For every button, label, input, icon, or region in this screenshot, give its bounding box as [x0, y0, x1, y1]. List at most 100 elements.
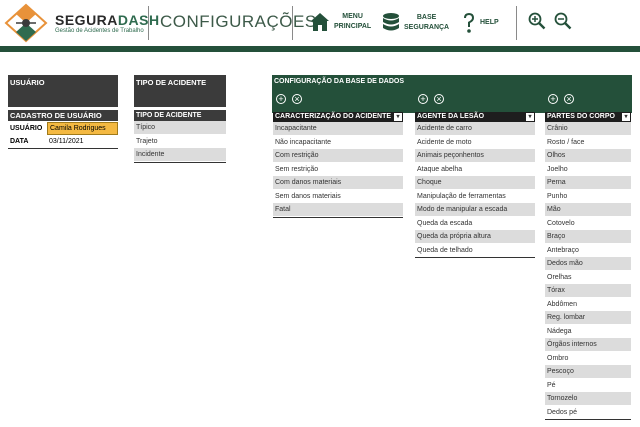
- table-row[interactable]: Crânio: [545, 122, 631, 136]
- table-row[interactable]: Abdômen: [545, 298, 631, 311]
- table-row[interactable]: Reg. lombar: [545, 311, 631, 325]
- table-row[interactable]: Perna: [545, 176, 631, 190]
- cadastro-form: USUÁRIO Camila Rodrigues DATA 03/11/2021: [8, 121, 118, 149]
- table-row[interactable]: Animais peçonhentos: [415, 149, 535, 163]
- zoom-in-icon[interactable]: [528, 12, 546, 30]
- header-divider: [516, 6, 517, 40]
- top-bar: SEGURADASH Gestão de Acidentes de Trabal…: [0, 0, 640, 46]
- table-row[interactable]: Trajeto: [134, 135, 226, 148]
- table-row[interactable]: Dedos pé: [545, 406, 631, 419]
- table-row[interactable]: Com danos materiais: [273, 176, 403, 190]
- date-input[interactable]: 03/11/2021: [47, 135, 118, 148]
- header-accent-bar: [0, 46, 640, 52]
- table-row[interactable]: Braço: [545, 230, 631, 244]
- table-row[interactable]: Antebraço: [545, 244, 631, 257]
- table-row[interactable]: Orelhas: [545, 271, 631, 284]
- page-title: CONFIGURAÇÕES: [160, 12, 317, 31]
- table-row[interactable]: Queda da própria altura: [415, 230, 535, 244]
- zoom-out-icon[interactable]: [554, 12, 572, 30]
- table-row[interactable]: Tornozelo: [545, 392, 631, 406]
- tipo-rows: Típico Trajeto Incidente: [134, 121, 226, 163]
- config-title: CONFIGURAÇÃO DA BASE DE DADOS: [274, 78, 405, 85]
- partes-header-label: PARTES DO CORPO: [547, 113, 615, 120]
- tipo-section-title: TIPO DE ACIDENTE: [136, 78, 207, 87]
- table-row[interactable]: Nádega: [545, 325, 631, 338]
- table-row[interactable]: Fatal: [273, 203, 403, 217]
- add-partes-button[interactable]: +: [548, 94, 558, 104]
- date-label: DATA: [10, 138, 29, 145]
- caracterizacao-header: CARACTERIZAÇÃO DO ACIDENTE ▾: [273, 112, 403, 122]
- tipo-table: TIPO DE ACIDENTE Típico Trajeto Incidente: [134, 110, 226, 163]
- table-row[interactable]: Incapacitante: [273, 122, 403, 136]
- menu-label-line2: PRINCIPAL: [334, 23, 372, 30]
- help-button[interactable]: HELP: [462, 12, 499, 34]
- table-row[interactable]: Órgãos internos: [545, 338, 631, 352]
- table-row[interactable]: Mão: [545, 203, 631, 217]
- table-row[interactable]: Queda da escada: [415, 217, 535, 230]
- table-row[interactable]: Pé: [545, 379, 631, 392]
- filter-dropdown-icon[interactable]: ▾: [526, 113, 534, 121]
- add-agente-button[interactable]: +: [418, 94, 428, 104]
- table-row[interactable]: Sem danos materiais: [273, 190, 403, 203]
- brand-name-a: SEGURA: [55, 12, 118, 28]
- agente-table: AGENTE DA LESÃO ▾ Acidente de carro Acide…: [415, 112, 535, 258]
- filter-dropdown-icon[interactable]: ▾: [394, 113, 402, 121]
- table-row[interactable]: Queda de telhado: [415, 244, 535, 257]
- table-row[interactable]: Joelho: [545, 163, 631, 176]
- brand-subtitle: Gestão de Acidentes de Trabalho: [55, 28, 144, 34]
- table-row[interactable]: Ataque abelha: [415, 163, 535, 176]
- table-row[interactable]: Incidente: [134, 148, 226, 162]
- table-row[interactable]: Rosto / face: [545, 136, 631, 149]
- table-row[interactable]: Manipulação de ferramentas: [415, 190, 535, 203]
- table-row[interactable]: Acidente de moto: [415, 136, 535, 149]
- partes-table: PARTES DO CORPO ▾ Crânio Rosto / face Olho…: [545, 112, 631, 420]
- table-row[interactable]: Com restrição: [273, 149, 403, 163]
- base-label-line2: SEGURANÇA: [404, 24, 450, 31]
- table-row[interactable]: Dedos mão: [545, 257, 631, 271]
- table-row[interactable]: Modo de manipular a escada: [415, 203, 535, 217]
- usuario-section-header: USUÁRIO: [8, 75, 118, 107]
- header-divider: [148, 6, 149, 40]
- table-row[interactable]: Acidente de carro: [415, 122, 535, 136]
- table-row[interactable]: Punho: [545, 190, 631, 203]
- table-row[interactable]: Tórax: [545, 284, 631, 298]
- partes-header: PARTES DO CORPO ▾: [545, 112, 631, 122]
- base-label-line1: BASE: [416, 14, 437, 21]
- menu-principal-button[interactable]: MENU PRINCIPAL: [310, 12, 371, 32]
- remove-caracterizacao-button[interactable]: ×: [292, 94, 302, 104]
- base-seguranca-button[interactable]: BASE SEGURANÇA: [382, 12, 449, 34]
- cadastro-header: CADASTRO DE USUÁRIO: [8, 110, 118, 121]
- table-row[interactable]: Pescoço: [545, 365, 631, 379]
- table-row[interactable]: Ombro: [545, 352, 631, 365]
- segura-dash-logo: [4, 3, 48, 43]
- table-row[interactable]: Choque: [415, 176, 535, 190]
- user-label: USUÁRIO: [10, 124, 43, 132]
- table-row[interactable]: Cotovelo: [545, 217, 631, 230]
- table-row[interactable]: Sem restrição: [273, 163, 403, 176]
- brand-name-b: DASH: [117, 12, 160, 28]
- agente-header: AGENTE DA LESÃO ▾: [415, 112, 535, 122]
- agente-header-label: AGENTE DA LESÃO: [417, 113, 485, 120]
- tipo-section-header: TIPO DE ACIDENTE: [134, 75, 226, 107]
- agente-rows: Acidente de carro Acidente de moto Animais…: [415, 122, 535, 258]
- question-mark-icon: [464, 13, 474, 33]
- remove-partes-button[interactable]: ×: [564, 94, 574, 104]
- partes-rows: Crânio Rosto / face Olhos Joelho Perna Punho M…: [545, 122, 631, 420]
- usuario-section-title: USUÁRIO: [10, 78, 45, 87]
- brand-name: SEGURADASH: [55, 12, 160, 28]
- database-icon: [383, 13, 399, 31]
- add-caracterizacao-button[interactable]: +: [276, 94, 286, 104]
- caracterizacao-table: CARACTERIZAÇÃO DO ACIDENTE ▾ Incapacitan…: [273, 112, 403, 218]
- user-input[interactable]: Camila Rodrigues: [47, 121, 118, 135]
- filter-dropdown-icon[interactable]: ▾: [622, 113, 630, 121]
- table-row[interactable]: Olhos: [545, 149, 631, 163]
- tipo-table-header: TIPO DE ACIDENTE: [134, 110, 226, 121]
- home-icon: [311, 13, 329, 31]
- table-row[interactable]: Típico: [134, 121, 226, 135]
- remove-agente-button[interactable]: ×: [434, 94, 444, 104]
- help-label: HELP: [480, 19, 499, 26]
- config-section-header: CONFIGURAÇÃO DA BASE DE DADOS + × + × + …: [272, 75, 632, 113]
- cadastro-title: CADASTRO DE USUÁRIO: [10, 111, 102, 120]
- table-row[interactable]: Não incapacitante: [273, 136, 403, 149]
- caracterizacao-rows: Incapacitante Não incapacitante Com restri…: [273, 122, 403, 218]
